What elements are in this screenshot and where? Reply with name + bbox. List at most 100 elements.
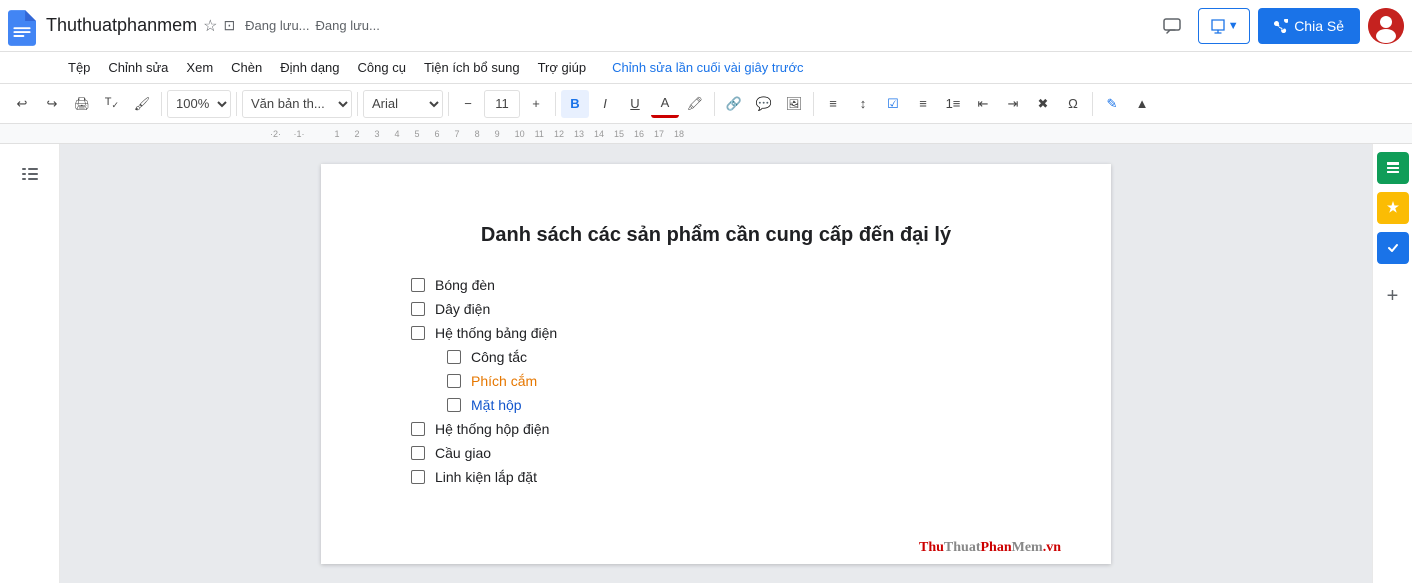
menu-xem[interactable]: Xem (178, 56, 221, 79)
checklist-button[interactable]: ☑ (879, 90, 907, 118)
list-item[interactable]: Mặt hộp (447, 397, 1021, 413)
watermark-thu: Thu (919, 540, 944, 555)
item-text: Dây điện (435, 301, 490, 317)
checklist: Bóng đèn Dây điện Hệ thống bảng điện (411, 277, 1021, 485)
menu-chinh-sua[interactable]: Chỉnh sửa (100, 56, 176, 79)
checkbox[interactable] (411, 278, 425, 292)
menu-dinh-dang[interactable]: Định dạng (272, 56, 347, 79)
style-select[interactable]: Văn bản th... Heading 1 Heading 2 (242, 90, 352, 118)
item-text: Công tắc (471, 349, 527, 365)
menu-cong-cu[interactable]: Công cụ (350, 56, 414, 79)
document-title[interactable]: Thuthuatphanmem (46, 15, 197, 36)
insert-image-button[interactable]: 🖼 (780, 90, 808, 118)
zoom-select[interactable]: 100% 75% 125% 150% (167, 90, 231, 118)
checkbox[interactable] (411, 326, 425, 340)
edit-pencil-button[interactable]: ✎ (1098, 90, 1126, 118)
list-item-nested-container: Công tắc Phích cắm Mặt hộp (411, 349, 1021, 413)
highlight-button[interactable]: 🖍 (681, 90, 709, 118)
watermark-phan: Phan (980, 540, 1011, 555)
watermark: ThuThuatPhanMem.vn (919, 538, 1061, 556)
outline-toggle[interactable] (12, 156, 48, 192)
list-item[interactable]: Dây điện (411, 301, 1021, 317)
ruler: ·2· ·1· 1 2 3 4 5 6 7 8 9 10 11 12 13 14… (0, 124, 1412, 144)
font-size-increase[interactable]: + (522, 90, 550, 118)
list-item[interactable]: Bóng đèn (411, 277, 1021, 293)
item-text: Mặt hộp (471, 397, 522, 413)
insert-comment-button[interactable]: 💬 (750, 90, 778, 118)
checkbox[interactable] (447, 374, 461, 388)
font-size-input[interactable] (484, 90, 520, 118)
checkbox[interactable] (447, 350, 461, 364)
comments-icon[interactable] (1154, 8, 1190, 44)
separator6 (714, 92, 715, 116)
app-icon[interactable] (8, 10, 40, 42)
saving-status-text: Đang lưu... (316, 18, 380, 33)
menu-tien-ich[interactable]: Tiện ích bổ sung (416, 56, 528, 79)
print-button[interactable]: 🖨 (68, 90, 96, 118)
separator5 (555, 92, 556, 116)
topbar-right: ▼ Chia Sẻ (1154, 8, 1404, 44)
redo-button[interactable]: ↪ (38, 90, 66, 118)
bullet-list-button[interactable]: ≡ (909, 90, 937, 118)
ruler-content: ·2· ·1· 1 2 3 4 5 6 7 8 9 10 11 12 13 14… (270, 129, 1412, 139)
list-item[interactable]: Hệ thống hộp điện (411, 421, 1021, 437)
share-button[interactable]: Chia Sẻ (1258, 8, 1360, 44)
sheets-icon[interactable] (1377, 152, 1409, 184)
item-text: Hệ thống bảng điện (435, 325, 557, 341)
undo-button[interactable]: ↩ (8, 90, 36, 118)
checkbox[interactable] (411, 470, 425, 484)
special-chars-button[interactable]: Ω (1059, 90, 1087, 118)
list-item[interactable]: Linh kiện lắp đặt (411, 469, 1021, 485)
present-icon[interactable]: ▼ (1198, 8, 1250, 44)
keep-icon[interactable] (1377, 192, 1409, 224)
line-spacing-button[interactable]: ↕ (849, 90, 877, 118)
indent-more-button[interactable]: ⇥ (999, 90, 1027, 118)
font-select[interactable]: Arial Times New Roman Courier New (363, 90, 443, 118)
separator4 (448, 92, 449, 116)
underline-button[interactable]: U (621, 90, 649, 118)
tasks-icon[interactable] (1377, 232, 1409, 264)
list-item[interactable]: Hệ thống bảng điện (411, 325, 1021, 341)
list-item[interactable]: Công tắc (447, 349, 1021, 365)
clear-format-button[interactable]: ✖ (1029, 90, 1057, 118)
text-color-button[interactable]: A (651, 90, 679, 118)
document-area[interactable]: Danh sách các sản phẩm cần cung cấp đến … (60, 144, 1372, 583)
bold-button[interactable]: B (561, 90, 589, 118)
item-text: Phích cắm (471, 373, 537, 389)
paint-format-button[interactable]: 🖌 (128, 90, 156, 118)
separator1 (161, 92, 162, 116)
document-heading[interactable]: Danh sách các sản phẩm cần cung cấp đến … (411, 224, 1021, 247)
list-item[interactable]: Phích cắm (447, 373, 1021, 389)
topbar: Thuthuatphanmem ☆ ⊡ Đang lưu... Đang lưu… (0, 0, 1412, 52)
add-apps-icon[interactable]: + (1377, 280, 1409, 312)
collapse-toolbar[interactable]: ▲ (1128, 90, 1156, 118)
italic-button[interactable]: I (591, 90, 619, 118)
spellcheck-button[interactable]: T✓ (98, 90, 126, 118)
insert-link-button[interactable]: 🔗 (720, 90, 748, 118)
watermark-thuat: Thuat (944, 540, 981, 555)
separator2 (236, 92, 237, 116)
toolbar: ↩ ↪ 🖨 T✓ 🖌 100% 75% 125% 150% Văn bản th… (0, 84, 1412, 124)
item-text: Hệ thống hộp điện (435, 421, 549, 437)
menu-tro-giup[interactable]: Trợ giúp (530, 56, 595, 79)
checkbox[interactable] (411, 422, 425, 436)
nested-checklist: Công tắc Phích cắm Mặt hộp (447, 349, 1021, 413)
font-size-decrease[interactable]: − (454, 90, 482, 118)
menu-tep[interactable]: Tệp (60, 56, 98, 79)
checkbox[interactable] (411, 302, 425, 316)
menu-chen[interactable]: Chèn (223, 56, 270, 79)
align-button[interactable]: ≡ (819, 90, 847, 118)
user-avatar[interactable] (1368, 8, 1404, 44)
last-edit-info[interactable]: Chỉnh sửa lần cuối vài giây trước (612, 60, 803, 75)
star-icon[interactable]: ☆ (203, 16, 217, 36)
list-item[interactable]: Cầu giao (411, 445, 1021, 461)
checkbox[interactable] (411, 446, 425, 460)
title-area: Thuthuatphanmem ☆ ⊡ Đang lưu... Đang lưu… (46, 15, 1148, 36)
numbered-list-button[interactable]: 1≡ (939, 90, 967, 118)
watermark-dot-vn: .vn (1043, 540, 1061, 555)
checkbox[interactable] (447, 398, 461, 412)
separator3 (357, 92, 358, 116)
item-text: Linh kiện lắp đặt (435, 469, 537, 485)
indent-less-button[interactable]: ⇤ (969, 90, 997, 118)
move-icon[interactable]: ⊡ (223, 17, 235, 34)
